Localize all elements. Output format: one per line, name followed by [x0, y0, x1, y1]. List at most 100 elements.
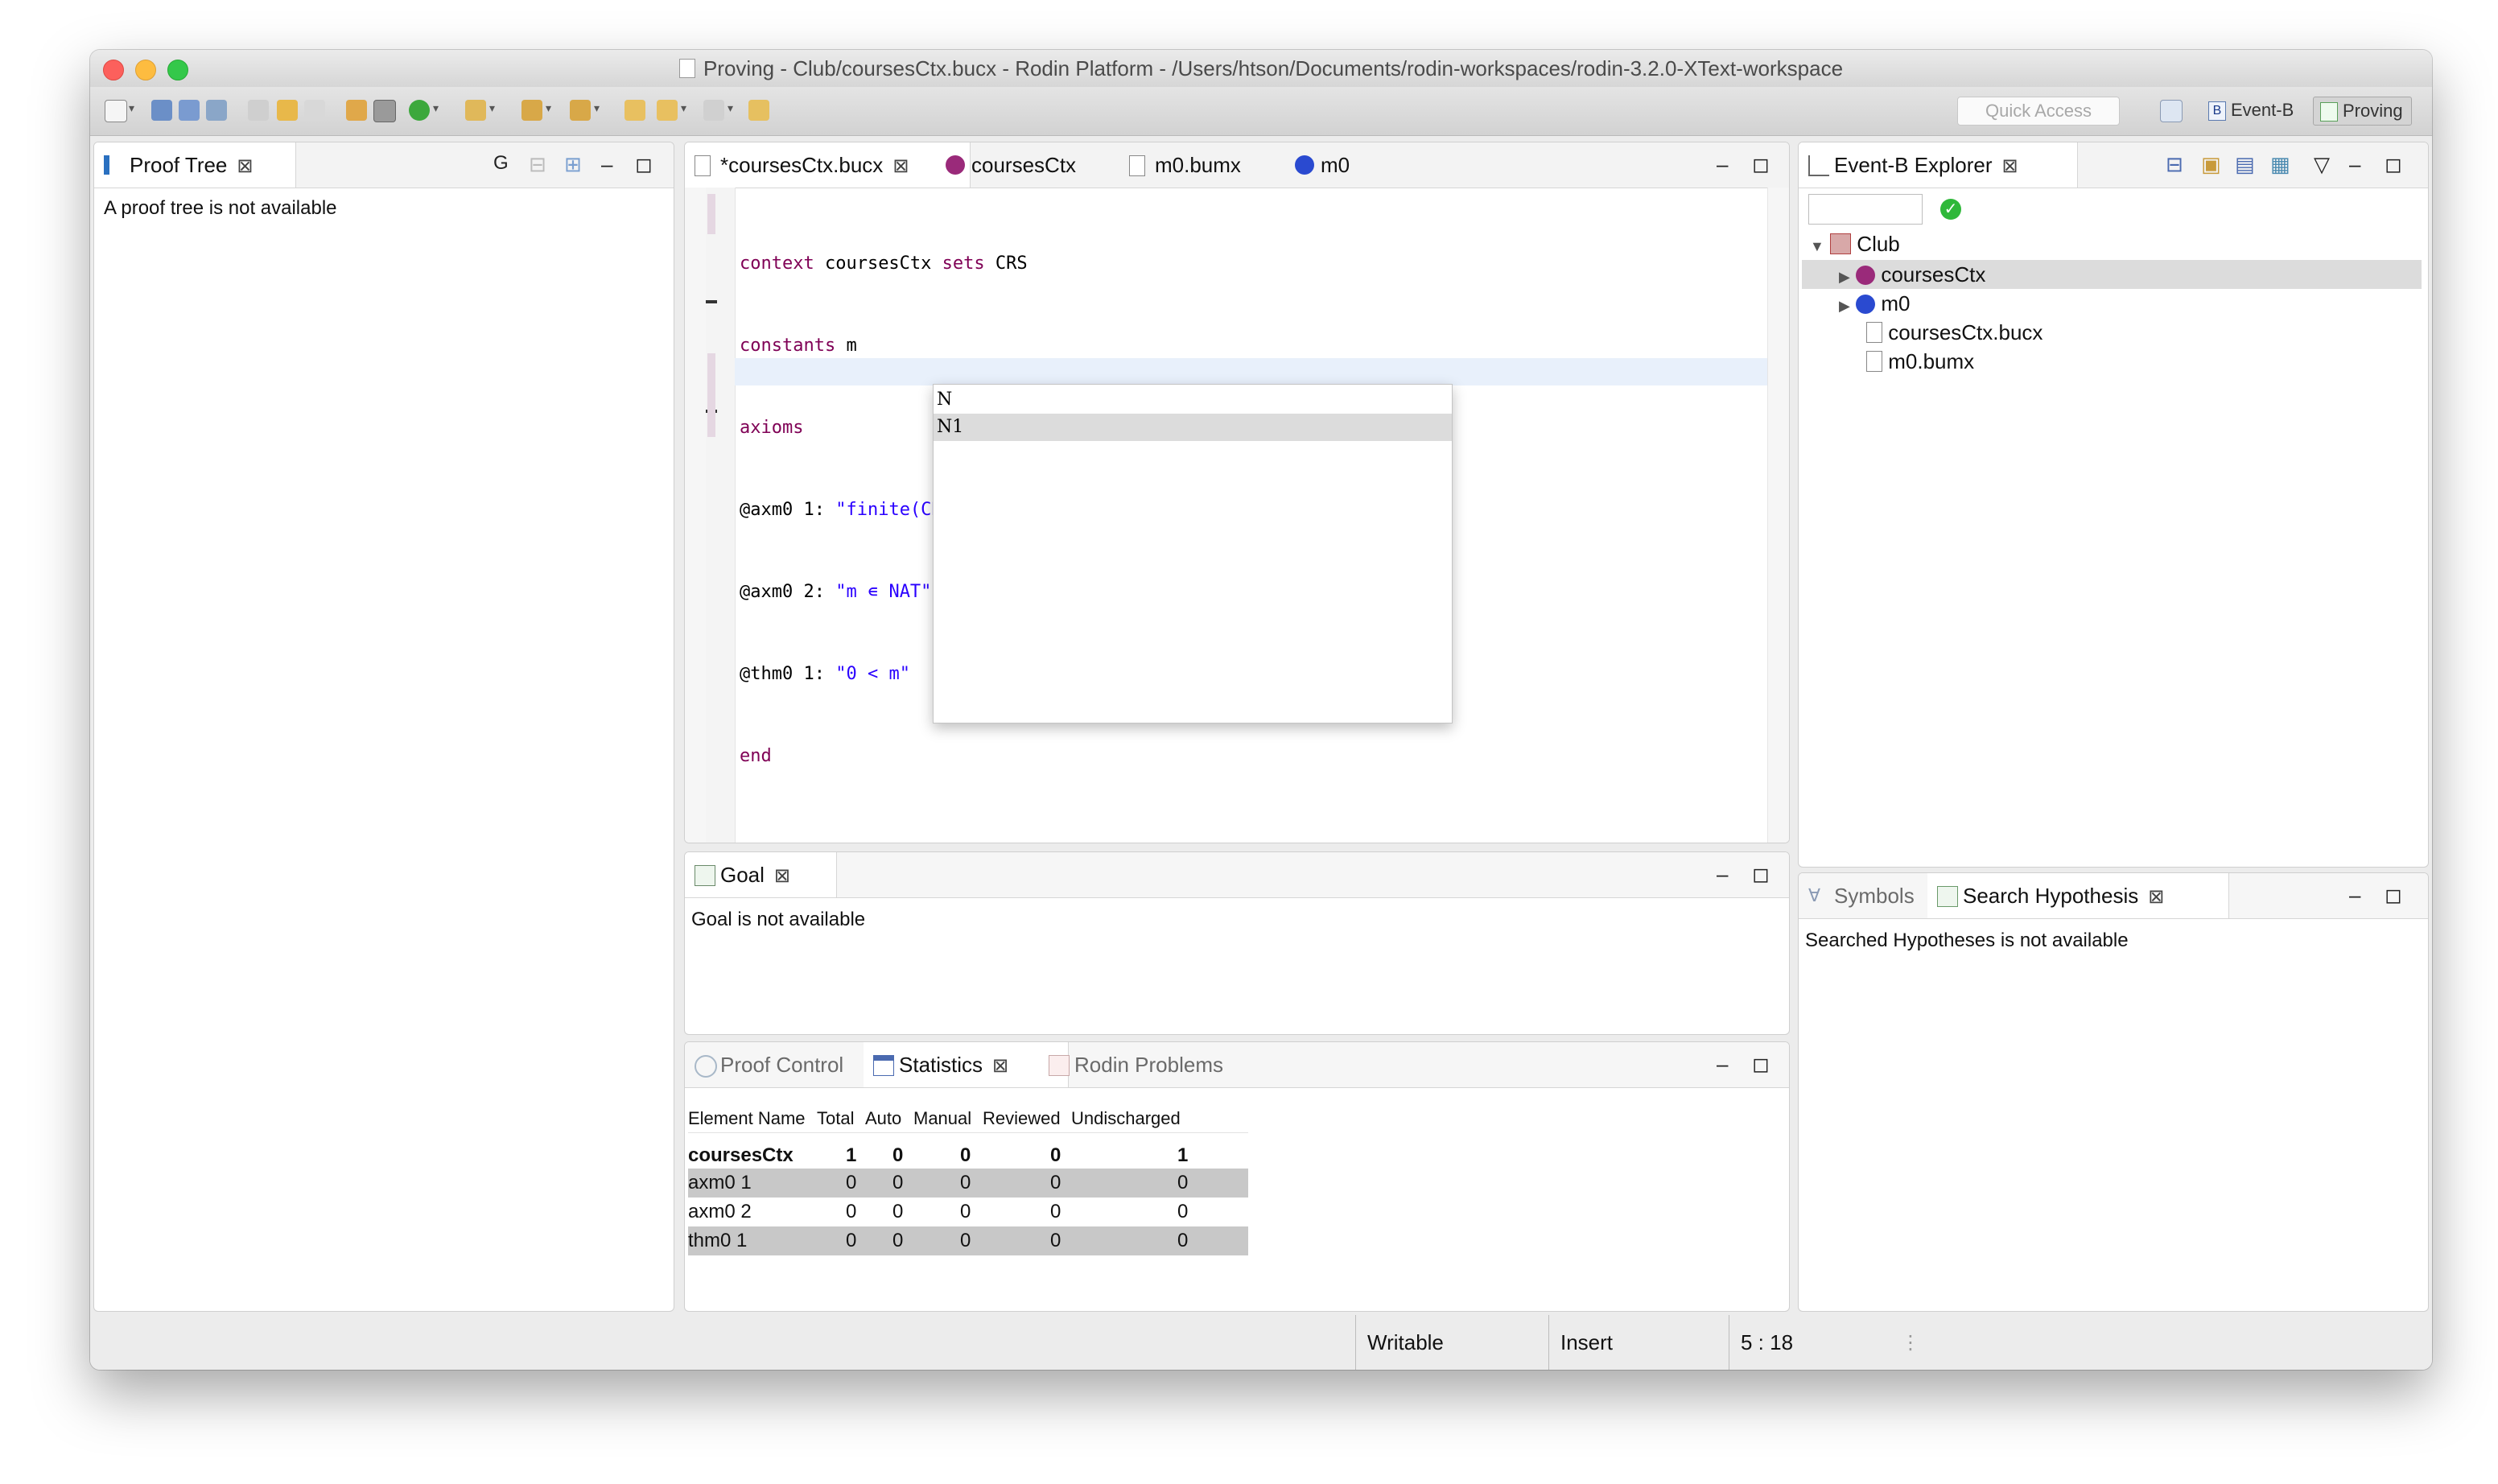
minimize-icon[interactable]: – [1717, 152, 1728, 177]
perspective-event-b[interactable]: B Event-B [2202, 97, 2302, 124]
new-icon[interactable] [105, 100, 127, 122]
folding-bar[interactable] [706, 300, 717, 303]
maximize-icon[interactable]: ◻ [1752, 862, 1770, 887]
tree-item-m0-bumx[interactable]: m0.bumx [1866, 347, 1974, 376]
collapse-icon[interactable]: ⊟ [529, 152, 546, 177]
maximize-icon[interactable]: ◻ [1752, 1052, 1770, 1077]
tab-goal[interactable]: Goal ⊠ [685, 852, 837, 897]
new-component-icon[interactable]: ▤ [2235, 152, 2255, 177]
completion-item[interactable]: N [937, 386, 952, 414]
code-line: end [740, 746, 772, 766]
next-dropdown-icon[interactable]: ▾ [546, 101, 551, 115]
lock-icon[interactable] [346, 100, 367, 121]
column-header[interactable]: Element Name [688, 1108, 806, 1129]
forward-dropdown-icon[interactable]: ▾ [728, 101, 733, 115]
column-header[interactable]: Manual [913, 1108, 971, 1129]
tab-courses-ctx[interactable]: coursesCtx [936, 142, 1132, 188]
tree-item-m0[interactable]: ▶ m0 [1839, 289, 1910, 318]
column-header[interactable]: Reviewed [983, 1108, 1061, 1129]
maximize-icon[interactable]: ◻ [2385, 883, 2402, 908]
tab-search-hypothesis[interactable]: Search Hypothesis ⊠ [1927, 873, 2229, 918]
file-icon [1866, 351, 1882, 372]
close-icon[interactable]: ⊠ [992, 1055, 1008, 1077]
status-writable: Writable [1355, 1315, 1546, 1370]
tab-m0-bumx[interactable]: m0.bumx [1119, 142, 1300, 188]
maximize-icon[interactable]: ◻ [2385, 152, 2402, 177]
minimize-icon[interactable]: – [2349, 152, 2360, 177]
expand-icon[interactable]: ⊞ [564, 152, 582, 177]
tab-courses-ctx-bucx[interactable]: *coursesCtx.bucx ⊠ [685, 142, 971, 188]
tab-statistics[interactable]: Statistics ⊠ [864, 1042, 1069, 1087]
open-perspective-icon[interactable] [2160, 100, 2183, 122]
rodin-window: Proving - Club/coursesCtx.bucx - Rodin P… [90, 50, 2432, 1370]
table-row[interactable]: axm0 1 0 0 0 0 0 [688, 1169, 1248, 1198]
redo-icon[interactable] [304, 100, 325, 121]
undo-icon[interactable] [277, 100, 298, 121]
column-header[interactable]: Undischarged [1071, 1108, 1181, 1129]
maximize-icon[interactable]: ◻ [635, 152, 653, 177]
tree-item-courses-ctx-bucx[interactable]: coursesCtx.bucx [1866, 318, 2043, 347]
save-icon[interactable] [151, 100, 172, 121]
maximize-icon[interactable]: ◻ [1752, 152, 1770, 177]
close-icon[interactable]: ⊠ [2002, 155, 2018, 177]
tree-item-courses-ctx[interactable]: ▶ coursesCtx [1839, 260, 1985, 289]
column-header[interactable]: Auto [865, 1108, 901, 1129]
editor-overview-ruler[interactable] [1767, 188, 1789, 843]
new-project-icon[interactable]: ▣ [2201, 152, 2221, 177]
expand-toggle-icon[interactable]: ▶ [1839, 298, 1850, 314]
back-icon[interactable] [657, 100, 678, 121]
tool-dropdown-icon[interactable]: ▾ [489, 101, 495, 115]
close-icon[interactable]: ⊠ [774, 865, 790, 887]
completion-item-selected[interactable]: N1 [934, 414, 1452, 441]
editor-panel: *coursesCtx.bucx ⊠ coursesCtx m0.bumx m0 … [684, 142, 1790, 843]
file-icon [695, 155, 711, 176]
check-icon[interactable]: ✓ [1940, 199, 1961, 220]
status-bar: Writable Insert 5 : 18 ⋮ [90, 1315, 2432, 1370]
import-icon[interactable]: ▦ [2270, 152, 2290, 177]
back-dropdown-icon[interactable]: ▾ [681, 101, 686, 115]
minimize-icon[interactable]: – [1717, 1052, 1728, 1077]
close-icon[interactable]: ⊠ [892, 155, 909, 177]
status-grip-icon[interactable]: ⋮ [1901, 1331, 1920, 1354]
file-icon [1866, 322, 1882, 343]
run-icon[interactable] [409, 100, 430, 121]
print-icon[interactable] [206, 100, 227, 121]
tab-event-b-explorer[interactable]: Event-B Explorer ⊠ [1799, 142, 2078, 188]
tab-proof-tree[interactable]: Proof Tree ⊠ [94, 142, 296, 188]
search-hypothesis-message: Searched Hypotheses is not available [1805, 930, 2129, 951]
close-icon[interactable]: ⊠ [2148, 886, 2164, 908]
minimize-icon[interactable]: – [1717, 862, 1728, 887]
forward-icon[interactable] [703, 100, 724, 121]
tool-icon[interactable] [465, 100, 486, 121]
minimize-icon[interactable]: – [601, 152, 612, 177]
next-annotation-icon[interactable] [521, 100, 542, 121]
column-header[interactable]: Total [817, 1108, 854, 1129]
goal-filter-button[interactable]: G [493, 152, 509, 175]
tree-item-club[interactable]: ▼ Club [1810, 229, 1900, 258]
new-dropdown-icon[interactable]: ▾ [129, 101, 134, 115]
run-dropdown-icon[interactable]: ▾ [433, 101, 439, 115]
goal-tabstrip: Goal ⊠ – ◻ [685, 852, 1789, 898]
view-menu-icon[interactable]: ▽ [2314, 152, 2330, 177]
tab-rodin-problems[interactable]: Rodin Problems [1039, 1042, 1284, 1087]
close-icon[interactable]: ⊠ [237, 155, 253, 177]
tab-m0[interactable]: m0 [1285, 142, 1417, 188]
table-row[interactable]: axm0 2 0 0 0 0 0 [688, 1198, 1248, 1226]
minimize-icon[interactable]: – [2349, 883, 2360, 908]
perspective-proving[interactable]: Proving [2313, 97, 2412, 126]
last-edit-icon[interactable] [624, 100, 645, 121]
table-row[interactable]: thm0 1 0 0 0 0 0 [688, 1226, 1248, 1255]
save-all-icon[interactable] [179, 100, 200, 121]
prev-dropdown-icon[interactable]: ▾ [594, 101, 600, 115]
prev-annotation-icon[interactable] [570, 100, 591, 121]
filter-input[interactable] [1808, 194, 1923, 225]
table-row[interactable]: coursesCtx 1 0 0 0 1 [688, 1144, 1248, 1169]
expand-toggle-icon[interactable]: ▼ [1810, 238, 1824, 254]
context-icon [1856, 266, 1876, 285]
proof-icon[interactable] [373, 100, 396, 122]
quick-access-input[interactable]: Quick Access [1957, 97, 2120, 126]
proof-control-icon [695, 1055, 717, 1078]
expand-toggle-icon[interactable]: ▶ [1839, 269, 1850, 285]
pin-icon[interactable] [748, 100, 769, 121]
collapse-all-icon[interactable]: ⊟ [2166, 152, 2183, 177]
